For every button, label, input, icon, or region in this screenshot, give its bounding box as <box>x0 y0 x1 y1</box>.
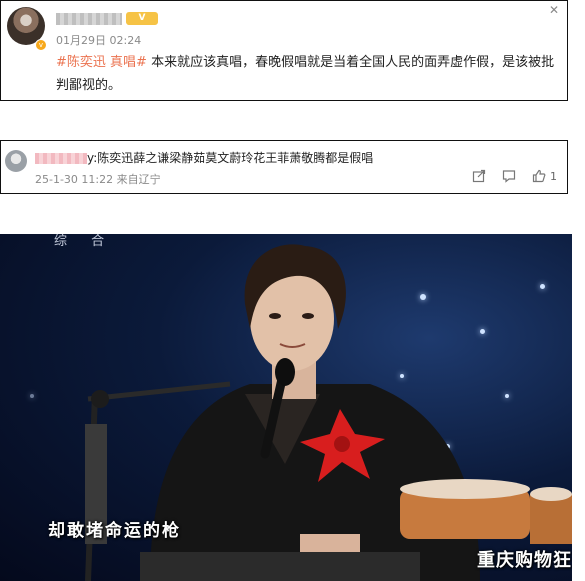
reply-text: y:陈奕迅薛之谦梁静茹莫文蔚玲花王菲萧敬腾都是假唱 <box>35 149 373 166</box>
comment-button[interactable] <box>502 169 516 183</box>
weibo-post: v V ✕ 01月29日 02:24 #陈奕迅 真唱# 本来就应该真唱，春晚假唱… <box>0 0 568 101</box>
reply-content: y:陈奕迅薛之谦梁静茹莫文蔚玲花王菲萧敬腾都是假唱 <box>87 151 374 165</box>
broadcast-watermark: 综 合 <box>54 234 115 249</box>
weibo-reply: y:陈奕迅薛之谦梁静茹莫文蔚玲花王菲萧敬腾都是假唱 25-1-30 11:22 … <box>0 140 568 194</box>
post-text-line2: 判鄙视的。 <box>56 78 122 93</box>
post-text-line1: 本来就应该真唱，春晚假唱就是当着全国人民的面弄虚作假，是该被批 <box>151 55 555 70</box>
comment-icon <box>502 170 516 183</box>
share-button[interactable] <box>472 169 486 183</box>
share-icon <box>472 169 486 183</box>
like-button[interactable]: 1 <box>532 169 557 183</box>
thumbs-up-icon <box>532 169 546 183</box>
source-watermark: 重庆购物狂 <box>477 550 572 571</box>
level-badge: V <box>126 12 158 25</box>
vip-badge-icon: v <box>35 39 47 51</box>
blurred-username[interactable] <box>56 13 122 25</box>
reply-actions: 1 <box>472 169 557 183</box>
close-icon[interactable]: ✕ <box>549 3 559 17</box>
like-count: 1 <box>550 169 557 183</box>
post-text: #陈奕迅 真唱# 本来就应该真唱，春晚假唱就是当着全国人民的面弄虚作假，是该被批… <box>56 51 561 97</box>
post-timestamp: 01月29日 02:24 <box>56 34 142 47</box>
video-frame[interactable]: 综 合 却敢堵命运的枪 重庆购物狂 <box>0 234 572 581</box>
reply-timestamp: 25-1-30 11:22 来自辽宁 <box>35 173 161 186</box>
hashtag-link[interactable]: #陈奕迅 真唱# <box>56 55 147 70</box>
reply-avatar[interactable] <box>5 150 27 172</box>
video-subtitle: 却敢堵命运的枪 <box>48 521 181 541</box>
blurred-reply-username[interactable] <box>35 153 87 164</box>
